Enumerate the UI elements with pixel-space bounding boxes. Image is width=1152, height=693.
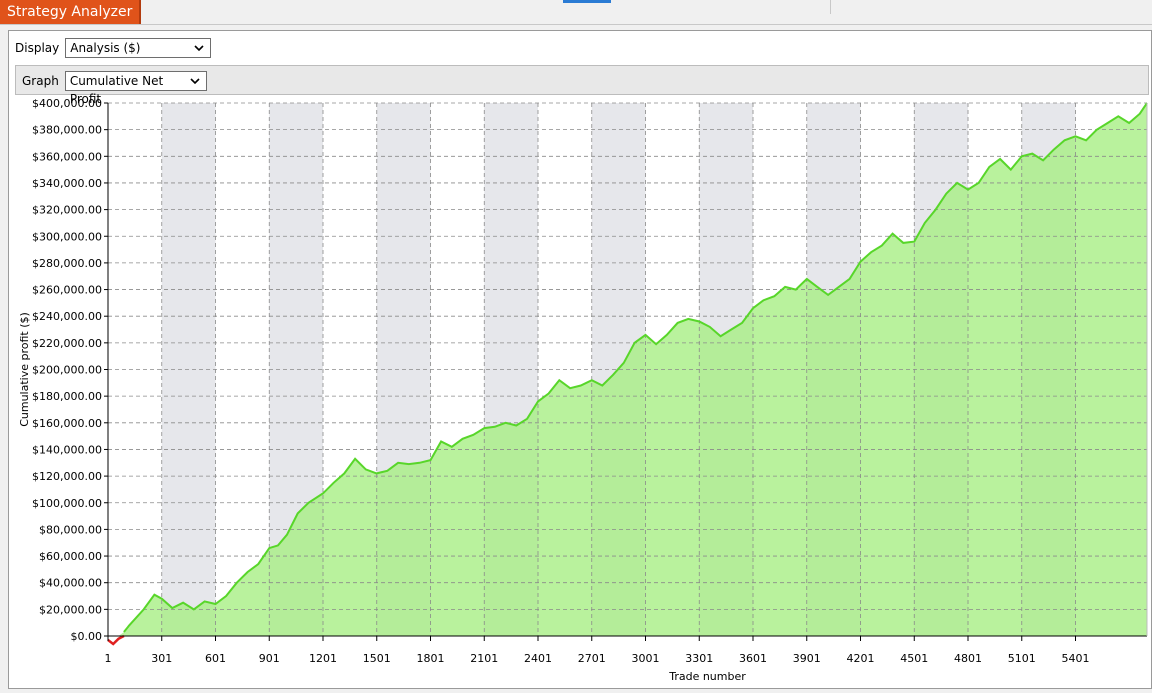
x-tick-label: 1 bbox=[105, 652, 112, 665]
y-axis-label: Cumulative profit ($) bbox=[18, 312, 31, 427]
x-tick-label: 1201 bbox=[309, 652, 337, 665]
y-tick-label: $300,000.00 bbox=[32, 230, 102, 243]
x-tick-label: 5101 bbox=[1008, 652, 1036, 665]
y-tick-label: $100,000.00 bbox=[32, 497, 102, 510]
cumulative-profit-chart: $0.00 $20,000.00 $40,000.00 $60,000.00 $80,0… bbox=[18, 97, 1148, 683]
y-tick-label: $360,000.00 bbox=[32, 150, 102, 163]
x-tick-label: 301 bbox=[151, 652, 172, 665]
x-tick-label: 3601 bbox=[739, 652, 767, 665]
y-tick-label: $160,000.00 bbox=[32, 417, 102, 430]
y-tick-label: $320,000.00 bbox=[32, 204, 102, 217]
x-tick-label: 2701 bbox=[578, 652, 606, 665]
x-tick-label: 3301 bbox=[685, 652, 713, 665]
y-tick-label: $260,000.00 bbox=[32, 284, 102, 297]
y-tick-label: $0.00 bbox=[71, 630, 103, 643]
y-tick-label: $60,000.00 bbox=[39, 550, 102, 563]
y-tick-label: $80,000.00 bbox=[39, 523, 102, 536]
chart-area: $0.00 $20,000.00 $40,000.00 $60,000.00 $80,0… bbox=[0, 0, 1152, 693]
x-tick-label: 5401 bbox=[1062, 652, 1090, 665]
x-tick-label: 2401 bbox=[524, 652, 552, 665]
y-tick-label: $380,000.00 bbox=[32, 124, 102, 137]
y-tick-label: $180,000.00 bbox=[32, 390, 102, 403]
y-tick-label: $400,000.00 bbox=[32, 97, 102, 110]
y-tick-label: $20,000.00 bbox=[39, 603, 102, 616]
y-tick-label: $40,000.00 bbox=[39, 577, 102, 590]
y-tick-label: $120,000.00 bbox=[32, 470, 102, 483]
loss-line bbox=[107, 634, 125, 646]
x-tick-label: 3001 bbox=[632, 652, 660, 665]
y-tick-label: $220,000.00 bbox=[32, 337, 102, 350]
x-tick-label: 4501 bbox=[900, 652, 928, 665]
x-axis-label: Trade number bbox=[668, 670, 746, 683]
y-tick-label: $200,000.00 bbox=[32, 364, 102, 377]
x-tick-label: 4801 bbox=[954, 652, 982, 665]
x-tick-label: 4201 bbox=[847, 652, 875, 665]
y-tick-label: $280,000.00 bbox=[32, 257, 102, 270]
x-tick-label: 601 bbox=[205, 652, 226, 665]
y-tick-label: $340,000.00 bbox=[32, 177, 102, 190]
x-tick-label: 3901 bbox=[793, 652, 821, 665]
y-tick-label: $140,000.00 bbox=[32, 443, 102, 456]
x-tick-label: 2101 bbox=[470, 652, 498, 665]
x-tick-label: 1801 bbox=[417, 652, 445, 665]
x-tick-label: 1501 bbox=[363, 652, 391, 665]
y-tick-label: $240,000.00 bbox=[32, 310, 102, 323]
x-tick-label: 901 bbox=[259, 652, 280, 665]
